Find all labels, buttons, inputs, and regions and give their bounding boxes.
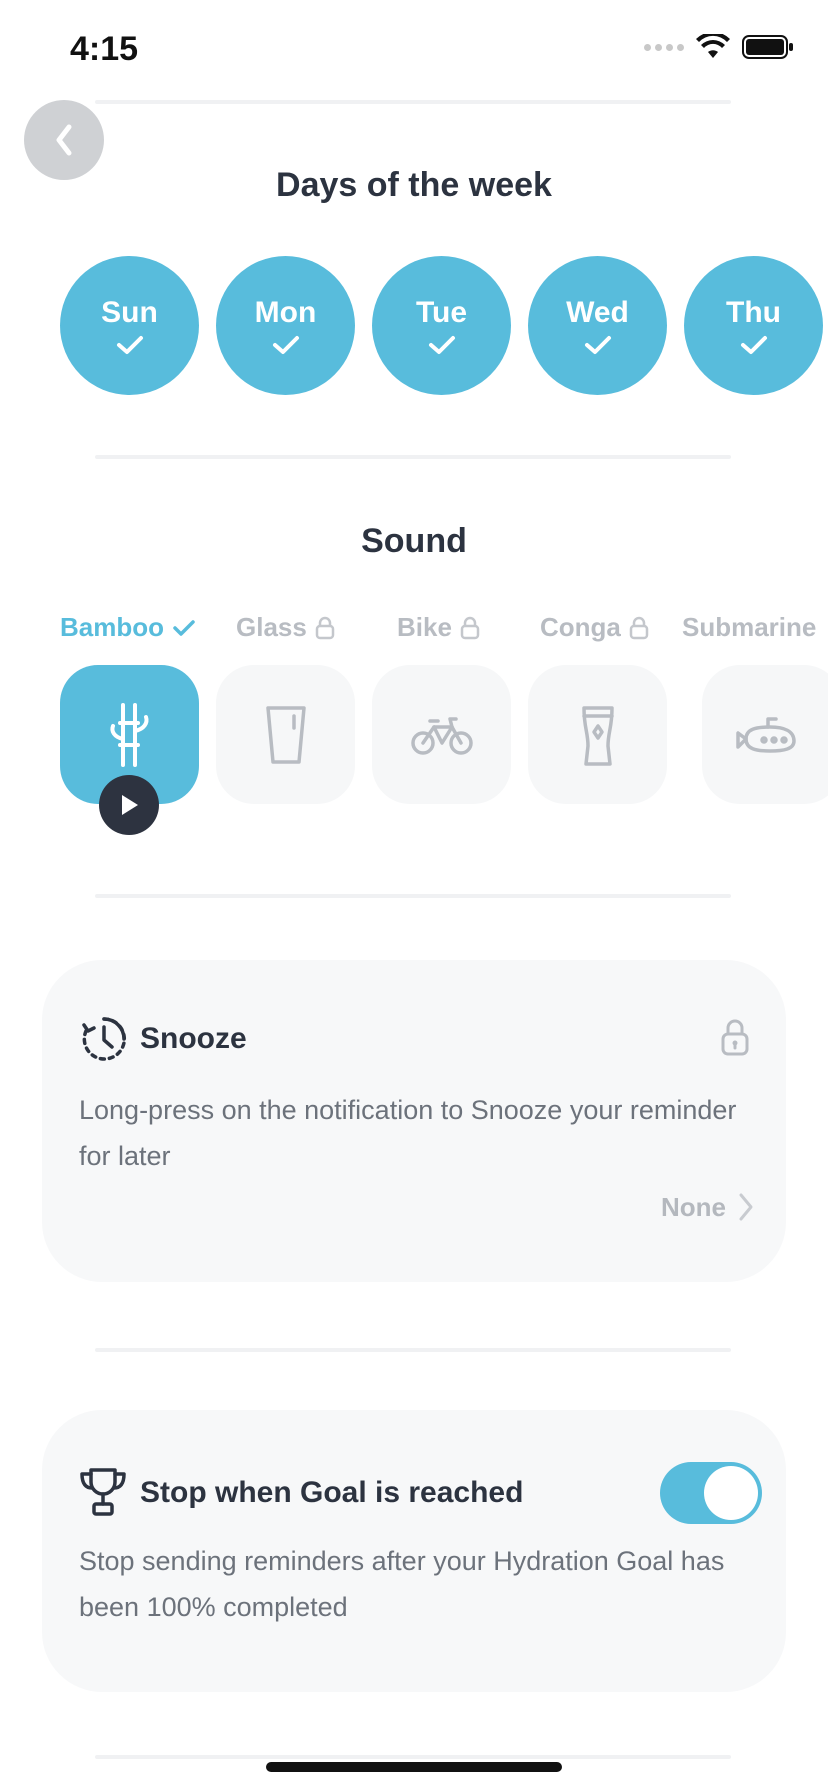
bike-icon	[410, 716, 473, 755]
divider	[95, 1348, 731, 1352]
check-icon	[116, 335, 143, 354]
snooze-clock-icon	[82, 1017, 127, 1061]
divider	[95, 100, 731, 104]
day-label: Wed	[566, 295, 629, 329]
cellular-signal-icon	[644, 43, 684, 51]
sound-label-glass[interactable]: Glass	[236, 612, 335, 643]
submarine-icon	[736, 716, 796, 753]
status-time: 4:15	[70, 30, 139, 68]
check-icon	[428, 335, 455, 354]
check-icon	[173, 619, 195, 636]
play-button[interactable]	[99, 775, 159, 835]
battery-icon	[742, 35, 793, 59]
toggle-knob	[704, 1466, 758, 1520]
days-section-title: Days of the week	[276, 166, 552, 204]
goal-toggle[interactable]	[660, 1462, 762, 1524]
trophy-icon	[80, 1468, 126, 1516]
wifi-icon	[696, 34, 730, 58]
day-thu[interactable]: Thu	[684, 256, 823, 395]
day-sun[interactable]: Sun	[60, 256, 199, 395]
sound-tile-submarine[interactable]	[702, 665, 828, 804]
glass-icon	[265, 705, 306, 764]
check-icon	[584, 335, 611, 354]
sound-label-submarine[interactable]: Submarine	[682, 612, 816, 643]
sound-label-bamboo[interactable]: Bamboo	[60, 612, 196, 643]
sound-label-text: Glass	[236, 612, 307, 642]
lock-icon	[629, 616, 649, 639]
sound-tile-glass[interactable]	[216, 665, 355, 804]
day-label: Thu	[726, 295, 781, 329]
sound-label-text: Bamboo	[60, 612, 164, 642]
snooze-value[interactable]: None	[661, 1192, 726, 1223]
sound-label-text: Bike	[397, 612, 452, 642]
lock-icon	[460, 616, 480, 639]
day-label: Tue	[415, 295, 468, 329]
divider	[95, 1755, 731, 1759]
day-label: Sun	[101, 295, 158, 329]
home-indicator	[266, 1762, 562, 1772]
day-tue[interactable]: Tue	[372, 256, 511, 395]
divider	[95, 894, 731, 898]
sound-label-text: Conga	[540, 612, 621, 642]
snooze-title: Snooze	[140, 1022, 247, 1055]
lock-icon	[721, 1019, 749, 1056]
day-wed[interactable]: Wed	[528, 256, 667, 395]
sound-tile-conga[interactable]	[528, 665, 667, 804]
bamboo-icon	[109, 702, 148, 767]
sound-label-text: Submarine	[682, 612, 817, 642]
day-label: Mon	[254, 295, 317, 329]
goal-description: Stop sending reminders after your Hydrat…	[79, 1546, 725, 1622]
goal-title: Stop when Goal is reached	[140, 1476, 524, 1509]
day-mon[interactable]: Mon	[216, 256, 355, 395]
chevron-right-icon	[739, 1193, 753, 1221]
sound-labels: Bamboo Glass Bike Conga Submarine	[0, 612, 828, 652]
goal-card: Stop when Goal is reached Stop sending r…	[42, 1410, 786, 1692]
check-icon	[740, 335, 767, 354]
play-icon	[122, 795, 138, 815]
sound-section-title: Sound	[361, 522, 467, 560]
lock-icon	[315, 616, 335, 639]
divider	[95, 455, 731, 459]
status-icons	[644, 34, 794, 60]
snooze-card[interactable]: Snooze Long-press on the notification to…	[42, 960, 786, 1282]
conga-icon	[581, 705, 614, 766]
chevron-left-icon	[56, 124, 72, 156]
sound-tile-bike[interactable]	[372, 665, 511, 804]
sound-label-conga[interactable]: Conga	[540, 612, 649, 643]
check-icon	[272, 335, 299, 354]
days-row: Sun Mon Tue Wed Thu	[60, 256, 823, 395]
snooze-description: Long-press on the notification to Snooze…	[79, 1095, 737, 1171]
sound-label-bike[interactable]: Bike	[397, 612, 480, 643]
